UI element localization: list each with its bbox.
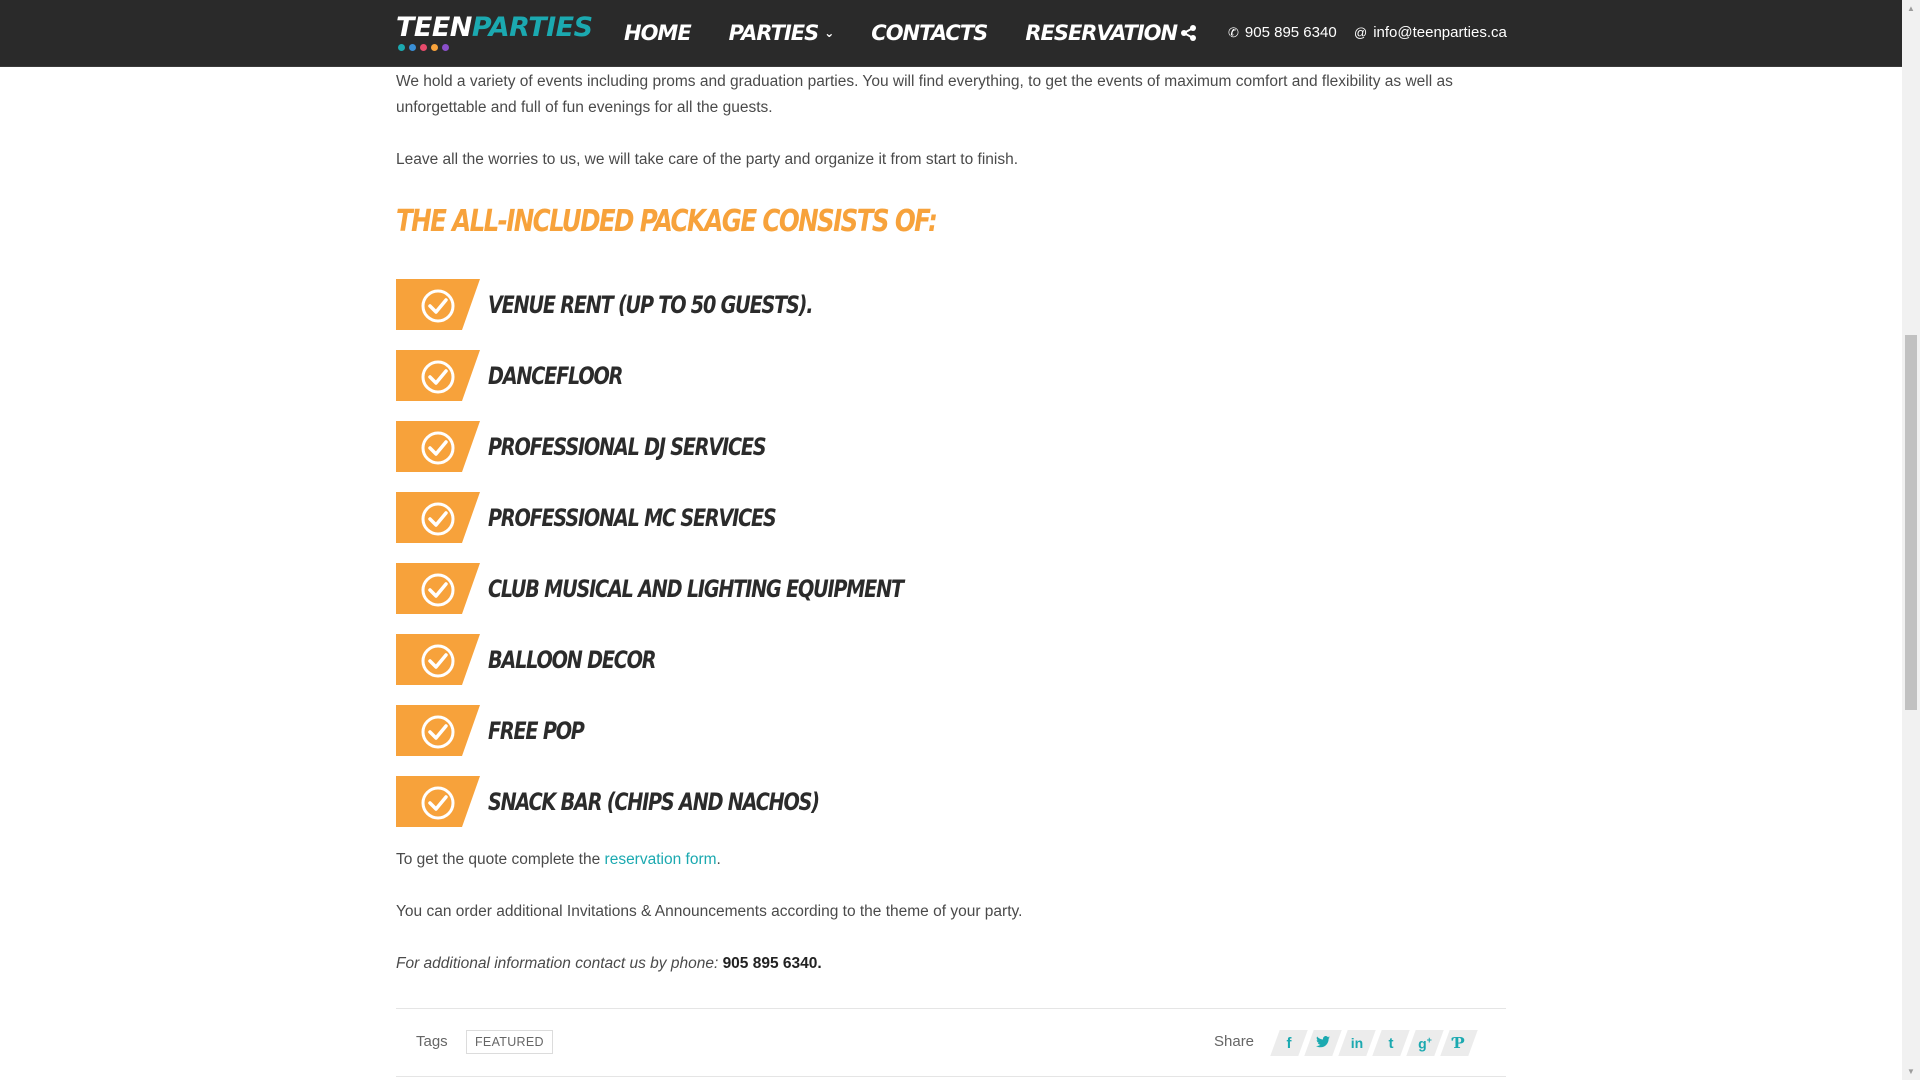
chevron-down-icon: ⌄ [824,26,834,40]
logo-wordmark: TEENPARTIES [396,12,593,43]
logo-dot [420,44,427,51]
nav-reservation[interactable]: RESERVATION [1025,21,1178,45]
check-circle-icon [396,634,480,685]
additional-info-paragraph: For additional information contact us by… [396,951,822,977]
tags-label: Tags [416,1033,448,1050]
package-item-label: DANCEFLOOR [488,362,623,390]
check-circle-icon [396,279,480,330]
check-circle-icon [396,563,480,614]
scroll-down-arrow-icon[interactable]: ▼ [1902,1063,1920,1080]
twitter-icon [1316,1035,1330,1052]
logo-dots [398,44,449,51]
linkedin-icon: in [1350,1035,1364,1051]
check-circle-icon [396,421,480,472]
facebook-share-button[interactable]: f [1272,1030,1306,1056]
header-email-text: info@teenparties.ca [1373,24,1507,41]
share-label: Share [1214,1033,1255,1050]
logo-text-teen: TEEN [396,12,472,43]
site-header: TEENPARTIES HOME PARTIES ⌄ CONTACTS RESER… [0,0,1902,67]
pinterest-icon: Ƥ [1453,1034,1465,1052]
package-item-label: CLUB MUSICAL AND LIGHTING EQUIPMENT [488,575,904,603]
logo-text-parties: PARTIES [471,12,593,43]
intro-paragraph: We hold a variety of events including pr… [396,73,1453,116]
divider [396,1008,1506,1009]
package-item-label: BALLOON DECOR [488,646,657,674]
divider [396,1076,1506,1077]
package-item-label: PROFESSIONAL MC SERVICES [488,504,777,532]
header-phone-text: 905 895 6340 [1244,24,1337,41]
package-item-label: PROFESSIONAL DJ SERVICES [488,433,767,461]
check-circle-icon [396,705,480,756]
package-heading: THE ALL-INCLUDED PACKAGE CONSISTS OF: [396,204,938,239]
logo-dot [409,44,416,51]
google-plus-share-button[interactable]: g+ [1408,1030,1442,1056]
tag-featured[interactable]: FEATURED [466,1030,553,1054]
nav-home[interactable]: HOME [624,21,692,45]
nav-reservation-label: RESERVATION [1025,21,1178,45]
header-email[interactable]: @ info@teenparties.ca [1354,24,1507,41]
facebook-icon: f [1286,1034,1292,1052]
nav-parties-label: PARTIES [728,21,820,45]
at-icon: @ [1354,25,1368,40]
tumblr-icon: t [1388,1034,1394,1052]
page-scrollbar[interactable]: ▲ ▼ [1902,0,1920,1080]
quote-suffix: . [716,851,721,868]
reservation-form-link[interactable]: reservation form [605,851,717,868]
pinterest-share-button[interactable]: Ƥ [1442,1030,1476,1056]
check-circle-icon [396,776,480,827]
phone-icon: ✆ [1228,24,1239,40]
logo-dot [431,44,438,51]
nav-contacts-label: CONTACTS [871,21,988,45]
package-item-label: VENUE RENT (UP TO 50 GUESTS). [488,291,814,319]
nav-home-label: HOME [624,21,692,45]
teenparties-logo[interactable]: TEENPARTIES [396,12,593,54]
invitations-paragraph: You can order additional Invitations & A… [396,903,1023,920]
nav-contacts[interactable]: CONTACTS [871,21,988,45]
worries-paragraph: Leave all the worries to us, we will tak… [396,151,1019,168]
google-plus-icon: g+ [1418,1034,1432,1052]
package-item-label: FREE POP [488,717,585,745]
social-share-buttons: f in t g+ Ƥ [1272,1030,1476,1056]
quote-prefix: To get the quote complete the [396,851,605,868]
tumblr-share-button[interactable]: t [1374,1030,1408,1056]
linkedin-share-button[interactable]: in [1340,1030,1374,1056]
check-circle-icon [396,492,480,543]
header-phone[interactable]: ✆ 905 895 6340 [1228,24,1337,41]
package-item-label: SNACK BAR (CHIPS AND NACHOS) [488,788,820,816]
share-icon[interactable] [1180,24,1198,42]
scrollbar-thumb[interactable] [1905,335,1917,710]
nav-parties[interactable]: PARTIES ⌄ [728,21,835,45]
logo-dot [442,44,449,51]
additional-info-phone: 905 895 6340. [722,955,822,972]
quote-paragraph: To get the quote complete the reservatio… [396,847,721,873]
twitter-share-button[interactable] [1306,1030,1340,1056]
logo-dot [398,44,405,51]
additional-info-text: For additional information contact us by… [396,955,719,972]
scroll-up-arrow-icon[interactable]: ▲ [1902,0,1920,17]
main-nav: HOME PARTIES ⌄ CONTACTS RESERVATION [624,0,1215,66]
check-circle-icon [396,350,480,401]
